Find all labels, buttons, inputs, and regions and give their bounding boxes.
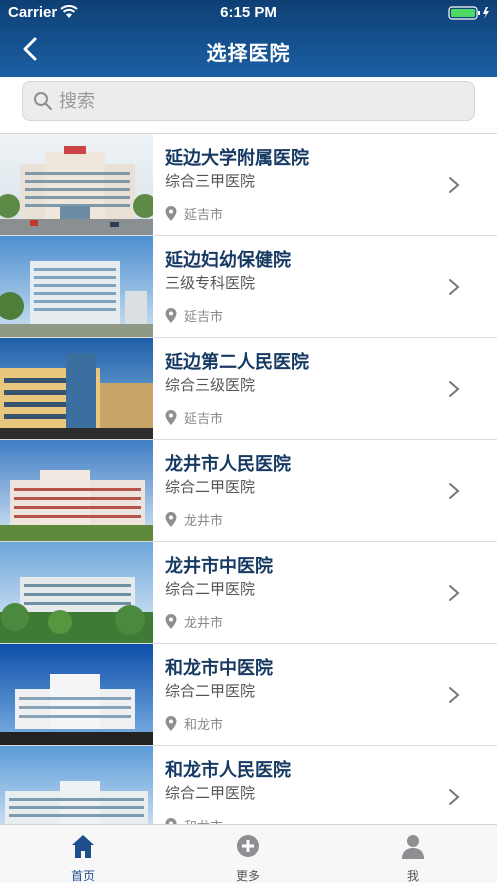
hospital-city: 延吉市 [184, 208, 224, 223]
hospital-level: 综合二甲医院 [165, 682, 256, 700]
hospital-name: 龙井市人民医院 [165, 454, 291, 475]
location-pin-icon [165, 614, 177, 629]
location-pin-icon [165, 512, 177, 527]
plus-circle-icon [237, 835, 259, 857]
hospital-photo [0, 542, 153, 643]
chevron-right-icon [449, 789, 460, 805]
hospital-row[interactable]: 和龙市人民医院 综合二甲医院 和龙市 [0, 746, 497, 824]
hospital-photo [0, 440, 153, 541]
hospital-photo [0, 338, 153, 439]
tab-bar: 首页 更多 我 [0, 824, 497, 883]
hospital-photo [0, 644, 153, 745]
hospital-list: 延边大学附属医院 综合三甲医院 延吉市 延边妇幼保健院 三级专科医院 延吉市 延… [0, 134, 497, 824]
tab-home[interactable]: 首页 [23, 825, 143, 883]
tab-me-label: 我 [406, 869, 419, 883]
chevron-right-icon [449, 279, 460, 295]
page-title: 选择医院 [206, 41, 291, 65]
chevron-right-icon [449, 483, 460, 499]
search-input[interactable] [59, 90, 459, 112]
chevron-right-icon [449, 585, 460, 601]
search-box[interactable] [22, 81, 475, 121]
hospital-photo [0, 746, 153, 824]
chevron-right-icon [449, 381, 460, 397]
hospital-location: 龙井市 [165, 510, 223, 529]
hospital-level: 综合二甲医院 [165, 784, 256, 802]
location-pin-icon [165, 410, 177, 425]
hospital-photo [0, 236, 153, 337]
status-time: 6:15 PM [220, 4, 277, 21]
hospital-city: 和龙市 [184, 816, 223, 824]
hospital-row[interactable]: 龙井市中医院 综合二甲医院 龙井市 [0, 542, 497, 644]
navigation-header: Carrier 6:15 PM 选择医院 [0, 0, 497, 77]
hospital-city: 延吉市 [184, 412, 224, 427]
person-icon [402, 835, 424, 859]
hospital-location: 和龙市 [165, 714, 223, 733]
hospital-row[interactable]: 延边第二人民医院 综合三级医院 延吉市 [0, 338, 497, 440]
hospital-level: 综合三甲医院 [165, 172, 256, 190]
location-pin-icon [165, 308, 177, 323]
search-icon [34, 92, 52, 110]
hospital-city: 延吉市 [184, 310, 224, 325]
hospital-name: 延边第二人民医院 [165, 352, 309, 373]
hospital-level: 三级专科医院 [165, 274, 256, 292]
hospital-photo [0, 134, 153, 235]
hospital-row[interactable]: 和龙市中医院 综合二甲医院 和龙市 [0, 644, 497, 746]
hospital-city: 龙井市 [184, 616, 224, 631]
hospital-name: 和龙市中医院 [165, 658, 273, 679]
hospital-location: 龙井市 [165, 612, 223, 631]
hospital-level: 综合二甲医院 [165, 478, 256, 496]
hospital-name: 延边妇幼保健院 [165, 250, 291, 271]
hospital-row[interactable]: 龙井市人民医院 综合二甲医院 龙井市 [0, 440, 497, 542]
hospital-location: 和龙市 [165, 816, 223, 824]
hospital-row[interactable]: 延边大学附属医院 综合三甲医院 延吉市 [0, 134, 497, 236]
battery-icon [448, 6, 489, 20]
location-pin-icon [165, 206, 177, 221]
search-bar [0, 77, 497, 134]
hospital-location: 延吉市 [165, 204, 223, 223]
tab-home-label: 首页 [70, 869, 95, 883]
hospital-location: 延吉市 [165, 306, 223, 325]
hospital-row[interactable]: 延边妇幼保健院 三级专科医院 延吉市 [0, 236, 497, 338]
hospital-name: 龙井市中医院 [165, 556, 273, 577]
hospital-level: 综合二甲医院 [165, 580, 256, 598]
hospital-city: 和龙市 [184, 718, 224, 733]
hospital-name: 延边大学附属医院 [165, 148, 309, 169]
chevron-right-icon [449, 177, 460, 193]
status-bar: Carrier 6:15 PM [0, 0, 497, 26]
home-icon [72, 835, 94, 858]
tab-more[interactable]: 更多 [188, 825, 308, 883]
hospital-level: 综合三级医院 [165, 376, 256, 394]
hospital-name: 和龙市人民医院 [165, 760, 291, 781]
hospital-location: 延吉市 [165, 408, 223, 427]
tab-more-label: 更多 [235, 869, 260, 883]
location-pin-icon [165, 716, 177, 731]
chevron-right-icon [449, 687, 460, 703]
tab-me[interactable]: 我 [353, 825, 473, 883]
hospital-city: 龙井市 [184, 514, 224, 529]
